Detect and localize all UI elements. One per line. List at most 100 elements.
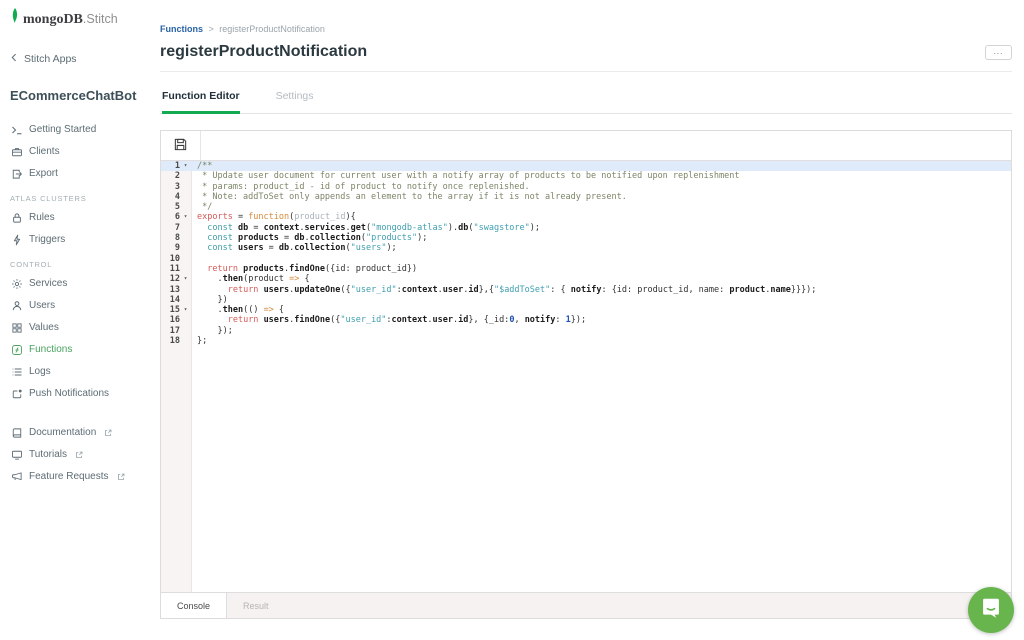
- code-token: context: [264, 223, 300, 233]
- tab-function-editor[interactable]: Function Editor: [162, 90, 240, 114]
- sidebar-item-getting-started[interactable]: Getting Started: [10, 123, 150, 136]
- code-token: ({id: product_id}): [325, 264, 417, 274]
- line-gutter: 6▾: [161, 212, 192, 222]
- code-token: product_id: [294, 212, 345, 222]
- code-line-3[interactable]: 3 * params: product_id - id of product t…: [161, 182, 1011, 192]
- code-text: exports = function(product_id){: [192, 212, 356, 222]
- sidebar-item-tutorials[interactable]: Tutorials: [10, 448, 150, 461]
- sidebar-item-push-notifications[interactable]: Push Notifications: [10, 387, 150, 400]
- code-token: then: [223, 305, 243, 315]
- sidebar-item-services[interactable]: Services: [10, 277, 150, 290]
- line-number: 12: [161, 274, 180, 284]
- line-number: 3: [161, 182, 180, 192]
- sidebar-item-users[interactable]: Users: [10, 299, 150, 312]
- code-line-7[interactable]: 7 const db = context.services.get("mongo…: [161, 223, 1011, 233]
- fold-spacer: [180, 295, 191, 305]
- back-to-stitch-apps-link[interactable]: Stitch Apps: [10, 53, 150, 65]
- code-line-2[interactable]: 2 * Update user document for current use…: [161, 171, 1011, 181]
- code-token: product: [729, 285, 765, 295]
- code-token: (product: [243, 274, 289, 284]
- line-gutter: 11: [161, 264, 192, 274]
- chat-support-button[interactable]: [968, 587, 1014, 633]
- code-line-5[interactable]: 5 */: [161, 202, 1011, 212]
- code-line-10[interactable]: 10: [161, 254, 1011, 264]
- sidebar-item-label: Getting Started: [29, 124, 96, 135]
- export-icon: [10, 167, 23, 180]
- save-button[interactable]: [161, 131, 201, 160]
- console-tab-result[interactable]: Result: [227, 593, 285, 618]
- code-line-12[interactable]: 12▾ .then(product => {: [161, 274, 1011, 284]
- code-editor-area[interactable]: 1▾/**2 * Update user document for curren…: [161, 161, 1011, 592]
- sidebar-item-documentation[interactable]: Documentation: [10, 426, 150, 439]
- code-token: products: [238, 233, 279, 243]
- code-token: db: [279, 243, 289, 253]
- console-tab-console[interactable]: Console: [161, 593, 227, 618]
- line-gutter: 16: [161, 315, 192, 325]
- code-line-18[interactable]: 18};: [161, 336, 1011, 346]
- code-token: ){: [345, 212, 355, 222]
- code-token: {: [274, 305, 284, 315]
- code-line-4[interactable]: 4 * Note: addToSet only appends an eleme…: [161, 192, 1011, 202]
- code-token: ).: [448, 223, 458, 233]
- code-line-17[interactable]: 17 });: [161, 326, 1011, 336]
- code-token: db: [458, 223, 468, 233]
- code-token: * Update user document for current user …: [197, 171, 739, 181]
- fold-toggle-icon[interactable]: ▾: [180, 305, 191, 315]
- fold-spacer: [180, 254, 191, 264]
- code-token: products: [243, 264, 284, 274]
- line-number: 17: [161, 326, 180, 336]
- sidebar-section-header: CONTROL: [10, 260, 150, 269]
- code-token: );: [417, 233, 427, 243]
- tab-settings[interactable]: Settings: [276, 90, 314, 113]
- code-token: notify: [525, 315, 556, 325]
- sidebar-item-triggers[interactable]: Triggers: [10, 233, 150, 246]
- line-gutter: 5: [161, 202, 192, 212]
- sidebar-item-feature-requests[interactable]: Feature Requests: [10, 470, 150, 483]
- code-token: user: [443, 285, 463, 295]
- code-line-9[interactable]: 9 const users = db.collection("users");: [161, 243, 1011, 253]
- code-line-11[interactable]: 11 return products.findOne({id: product_…: [161, 264, 1011, 274]
- save-icon: [173, 137, 188, 155]
- line-number: 4: [161, 192, 180, 202]
- code-line-13[interactable]: 13 return users.updateOne({"user_id":con…: [161, 285, 1011, 295]
- code-line-8[interactable]: 8 const products = db.collection("produc…: [161, 233, 1011, 243]
- line-gutter: 18: [161, 336, 192, 346]
- code-line-1[interactable]: 1▾/**: [161, 161, 1011, 171]
- lock-icon: [10, 211, 23, 224]
- sidebar-spacer: [10, 409, 150, 426]
- code-token: [197, 223, 207, 233]
- code-token: collection: [294, 243, 345, 253]
- brand-name: mongoDB: [23, 12, 83, 27]
- sidebar-item-clients[interactable]: Clients: [10, 145, 150, 158]
- line-gutter: 9: [161, 243, 192, 253]
- code-line-6[interactable]: 6▾exports = function(product_id){: [161, 212, 1011, 222]
- code-token: const: [207, 243, 233, 253]
- fold-toggle-icon[interactable]: ▾: [180, 212, 191, 222]
- code-line-15[interactable]: 15▾ .then(() => {: [161, 305, 1011, 315]
- line-number: 14: [161, 295, 180, 305]
- code-token: [197, 315, 228, 325]
- sidebar-item-functions[interactable]: Functions: [10, 343, 150, 356]
- more-options-button[interactable]: ...: [985, 45, 1012, 60]
- mongodb-leaf-icon: [10, 8, 20, 29]
- line-number: 15: [161, 305, 180, 315]
- mongodb-stitch-logo[interactable]: mongoDB.Stitch: [10, 8, 150, 29]
- sidebar-item-rules[interactable]: Rules: [10, 211, 150, 224]
- code-token: return: [228, 285, 259, 295]
- sidebar-item-logs[interactable]: Logs: [10, 365, 150, 378]
- fold-toggle-icon[interactable]: ▾: [180, 274, 191, 284]
- sidebar-item-export[interactable]: Export: [10, 167, 150, 180]
- code-line-16[interactable]: 16 return users.findOne({"user_id":conte…: [161, 315, 1011, 325]
- console-bar: ConsoleResult: [161, 592, 1011, 618]
- code-token: id: [468, 285, 478, 295]
- code-token: db: [238, 223, 248, 233]
- line-number: 6: [161, 212, 180, 222]
- code-line-14[interactable]: 14 }): [161, 295, 1011, 305]
- line-gutter: 8: [161, 233, 192, 243]
- breadcrumb-functions-link[interactable]: Functions: [160, 24, 203, 34]
- fold-toggle-icon[interactable]: ▾: [180, 161, 191, 171]
- code-token: */: [197, 202, 212, 212]
- fold-spacer: [180, 192, 191, 202]
- megaphone-icon: [10, 470, 23, 483]
- sidebar-item-values[interactable]: Values: [10, 321, 150, 334]
